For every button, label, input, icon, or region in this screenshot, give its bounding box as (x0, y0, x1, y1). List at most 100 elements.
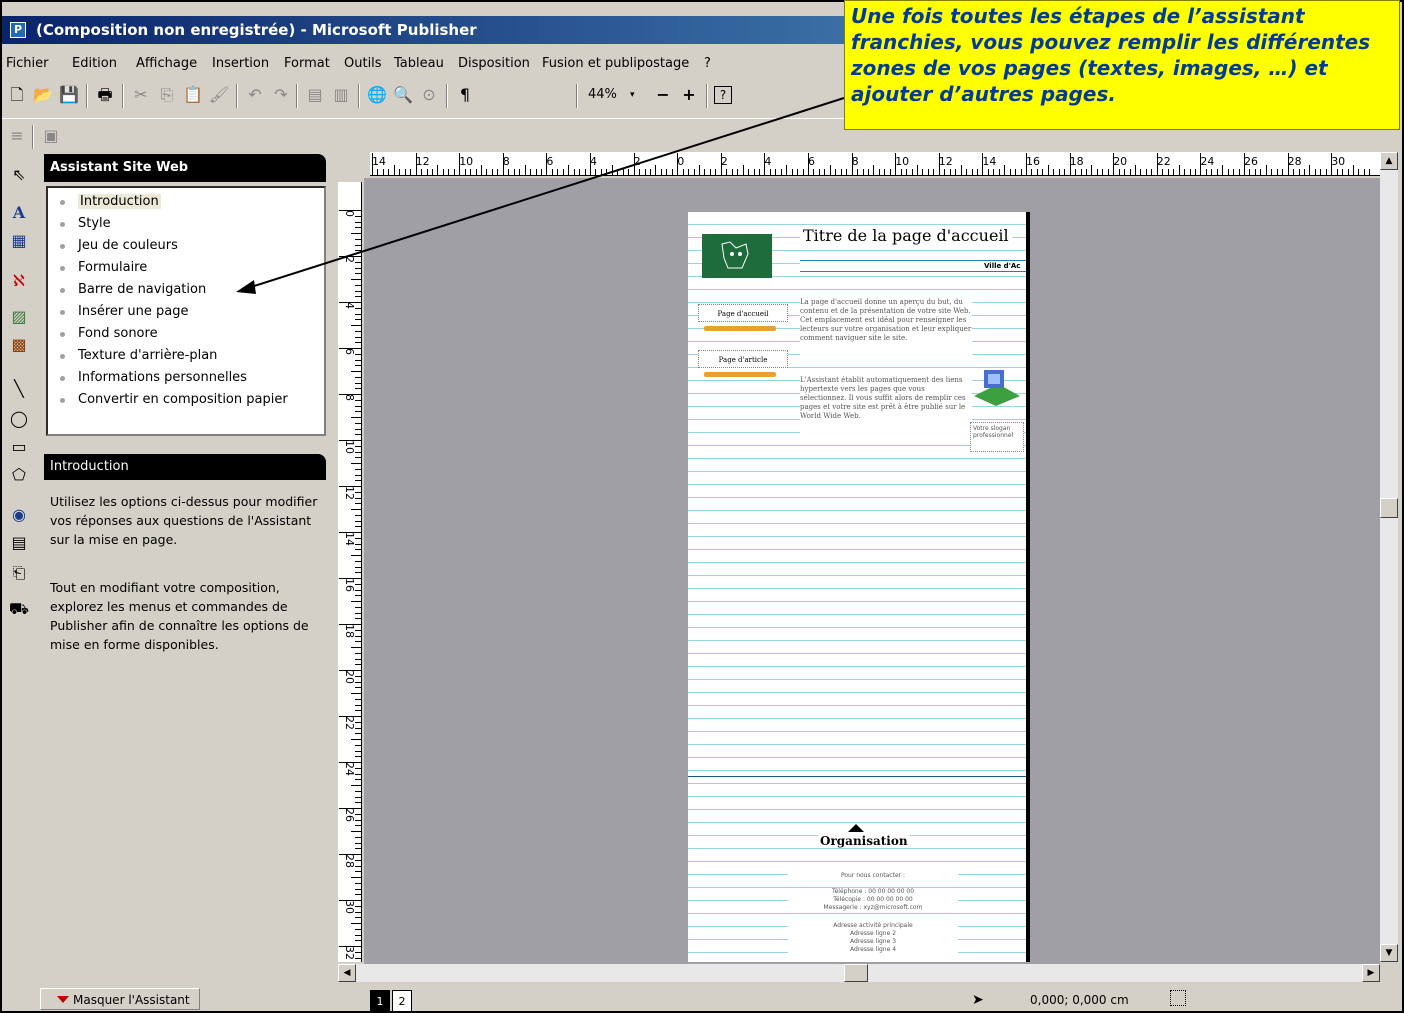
copy-icon[interactable]: ⎘ (156, 84, 178, 106)
ruler-tick (355, 560, 361, 562)
redo-icon[interactable]: ↷ (270, 84, 292, 106)
zoom-in-icon[interactable]: + (678, 84, 700, 106)
paste-icon[interactable]: 📋 (182, 84, 204, 106)
table-frame-icon[interactable]: ▦ (8, 230, 30, 252)
address-line-3[interactable]: Adresse ligne 3 (788, 938, 958, 945)
city-text[interactable]: Ville d'Ac (984, 262, 1020, 270)
intro-text-block[interactable]: La page d'accueil donne un aperçu du but… (800, 298, 972, 364)
organisation-name[interactable]: Organisation (818, 834, 910, 848)
menu-affichage[interactable]: Affichage (136, 52, 197, 76)
bring-front-icon[interactable]: ▤ (304, 84, 326, 106)
help-icon[interactable]: ? (714, 86, 732, 104)
ruler-tick (351, 877, 361, 878)
ruler-tick (355, 819, 361, 821)
menu-outils[interactable]: Outils (344, 52, 382, 76)
web-page-preview[interactable]: Titre de la page d'accueil Ville d'Ac Pa… (688, 212, 1030, 962)
format-painter-icon[interactable]: 🖌 (208, 84, 230, 106)
undo-icon[interactable]: ↶ (244, 84, 266, 106)
scroll-down-icon[interactable]: ▼ (1380, 944, 1398, 962)
send-back-icon[interactable]: ▥ (330, 84, 352, 106)
hide-wizard-button[interactable]: Masquer l'Assistant (40, 988, 200, 1010)
open-folder-icon[interactable]: 📂 (32, 84, 54, 106)
menu-format[interactable]: Format (284, 52, 330, 76)
align-icon[interactable]: ≡ (6, 125, 28, 147)
scroll-left-icon[interactable]: ◀ (338, 964, 356, 982)
scroll-right-icon[interactable]: ▶ (1362, 964, 1380, 982)
print-icon[interactable]: 🖶 (94, 84, 116, 106)
ruler-tick (355, 721, 361, 723)
menu-disposition[interactable]: Disposition (458, 52, 530, 76)
save-icon[interactable]: 💾 (58, 84, 80, 106)
scroll-thumb[interactable] (1380, 498, 1398, 518)
ruler-tick (475, 169, 477, 175)
ruler-tick (355, 779, 361, 781)
new-document-icon[interactable]: 🗋 (6, 84, 28, 106)
address-line-4[interactable]: Adresse ligne 4 (788, 946, 958, 953)
menu-fusion[interactable]: Fusion et publipostage (542, 52, 689, 76)
form-control-icon[interactable]: ▤ (8, 532, 30, 554)
horizontal-scrollbar[interactable]: ◀ ▶ (338, 964, 1380, 982)
rectangle-tool-icon[interactable]: ▭ (8, 436, 30, 458)
wizard-step[interactable]: Barre de navigation (60, 280, 206, 300)
menu-insertion[interactable]: Insertion (212, 52, 269, 76)
zoom-out-icon[interactable]: − (652, 84, 674, 106)
page-tab-2[interactable]: 2 (392, 990, 412, 1012)
scroll-thumb[interactable] (844, 964, 868, 982)
address-line-2[interactable]: Adresse ligne 2 (788, 930, 958, 937)
wizard-step[interactable]: Jeu de couleurs (60, 236, 178, 256)
contact-email[interactable]: Messagerie : xyz@microsoft.com (788, 904, 958, 911)
wizard-step[interactable]: Texture d'arrière-plan (60, 346, 218, 366)
html-code-icon[interactable]: ⎗ (8, 562, 30, 584)
horizontal-ruler[interactable]: 14 12 10 8 6 4 2 0 2 4 6 8 10 12 14 16 18 20 22 24 26 28 30 (370, 152, 1380, 176)
slogan-box[interactable]: Votre slogan professionnel (970, 422, 1024, 452)
wizard-step[interactable]: Informations personnelles (60, 368, 247, 388)
hot-spot-icon[interactable]: ◉ (8, 504, 30, 526)
text-frame-icon[interactable]: A (8, 202, 30, 224)
contact-phone[interactable]: Téléphone : 00 00 00 00 00 (788, 888, 958, 895)
computer-clipart-icon[interactable] (972, 362, 1022, 408)
contact-heading[interactable]: Pour nous contacter : (788, 872, 958, 879)
ruler-tick (1058, 169, 1060, 175)
format-properties-icon[interactable]: ▣ (40, 125, 62, 147)
wizard-step[interactable]: Convertir en composition papier (60, 390, 288, 410)
vertical-scrollbar[interactable]: ▲ ▼ (1380, 152, 1398, 962)
chevron-down-icon[interactable]: ▾ (630, 84, 635, 106)
menu-help[interactable]: ? (704, 52, 711, 76)
pointer-icon[interactable]: ⇖ (8, 164, 30, 186)
wizard-step-label: Texture d'arrière-plan (78, 348, 218, 363)
scroll-up-icon[interactable]: ▲ (1380, 152, 1398, 170)
oval-tool-icon[interactable]: ◯ (8, 408, 30, 430)
vertical-ruler[interactable]: 0 2 4 6 8 10 12 14 16 18 20 22 24 26 28 30 32 (338, 182, 362, 962)
hyperlink-icon[interactable]: ⊙ (418, 84, 440, 106)
line-tool-icon[interactable]: ╲ (8, 378, 30, 400)
publisher-app-icon[interactable]: P (10, 22, 26, 38)
menu-fichier[interactable]: Fichier (6, 52, 49, 76)
wizard-step[interactable]: Formulaire (60, 258, 147, 278)
special-characters-icon[interactable]: ¶ (454, 84, 476, 106)
nav-button-article[interactable]: Page d'article (698, 350, 788, 368)
cut-icon[interactable]: ✂ (130, 84, 152, 106)
contact-fax[interactable]: Télécopie : 00 00 00 00 00 (788, 896, 958, 903)
address-line-1[interactable]: Adresse activité principale (788, 922, 958, 929)
design-gallery-icon[interactable]: ⛟ (8, 598, 30, 620)
nav-button-home[interactable]: Page d'accueil (698, 304, 788, 322)
ruler-tick (351, 233, 361, 234)
clip-art-icon[interactable]: ▩ (8, 334, 30, 356)
wizard-step[interactable]: Insérer une page (60, 302, 188, 322)
wizard-step[interactable]: Fond sonore (60, 324, 158, 344)
menu-tableau[interactable]: Tableau (394, 52, 444, 76)
web-globe-icon[interactable]: 🌐 (366, 84, 388, 106)
menu-edition[interactable]: Edition (72, 52, 117, 76)
wizard-step[interactable]: Style (60, 214, 111, 234)
triangle-down-icon (57, 996, 69, 1003)
page-heading[interactable]: Titre de la page d'accueil (800, 226, 1012, 245)
wordart-icon[interactable]: ℵ (8, 270, 30, 292)
web-preview-icon[interactable]: 🔍 (392, 84, 414, 106)
custom-shapes-icon[interactable]: ⬠ (8, 464, 30, 486)
zoom-select[interactable]: 44% ▾ (582, 84, 644, 106)
logo-image[interactable] (702, 234, 772, 278)
page-tab-1[interactable]: 1 (370, 990, 390, 1012)
wizard-step[interactable]: Introduction (60, 192, 161, 212)
picture-frame-icon[interactable]: ▨ (8, 306, 30, 328)
links-text-block[interactable]: L'Assistant établit automatiquement des … (800, 376, 972, 434)
